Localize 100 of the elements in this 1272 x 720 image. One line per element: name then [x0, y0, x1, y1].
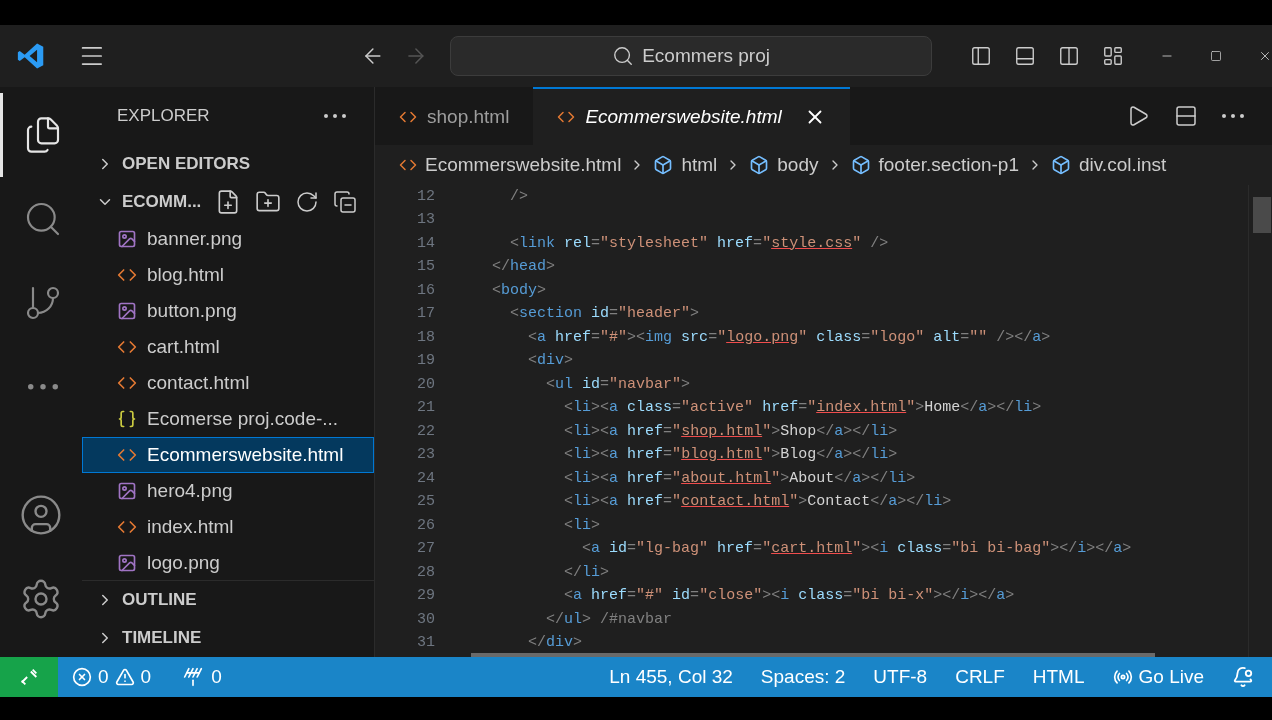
layout-icon[interactable] [1102, 45, 1124, 67]
collapse-icon[interactable] [333, 190, 358, 214]
code-line: <a id="lg-bag" href="cart.html"><i class="bi bi-bag"></i></a> [581, 539, 1132, 559]
line-number: 29 [416, 586, 435, 606]
code-line: </head> [491, 257, 556, 277]
search-field[interactable]: Ecommers proj [450, 36, 932, 76]
scrollbar[interactable] [1248, 185, 1272, 657]
line-number: 13 [416, 210, 435, 230]
restore-icon[interactable] [1210, 50, 1222, 62]
warning-icon [114, 667, 135, 687]
columns-icon[interactable] [1058, 45, 1080, 67]
code-line: /> [509, 186, 528, 207]
split-icon[interactable] [1174, 104, 1198, 128]
sidebar-title: EXPLORER [117, 105, 210, 128]
notification-icon[interactable] [1232, 666, 1254, 688]
line-number: 27 [416, 539, 435, 559]
panel-left-icon[interactable] [970, 45, 992, 67]
code-line: <li><a href="contact.html">Contact</a></li> [563, 492, 952, 512]
status-item[interactable]: Spaces: 2 [760, 662, 846, 692]
image-icon [117, 229, 137, 249]
line-number: 31 [416, 633, 435, 653]
broadcast-icon [1112, 667, 1133, 687]
image-icon [117, 301, 137, 321]
code-line: <li><a href="blog.html">Blog</a></li> [563, 445, 898, 465]
section-header[interactable]: TIMELINE [82, 619, 374, 657]
code-line: </div> [527, 633, 583, 653]
editor-tab[interactable]: Ecommerswebsite.html [533, 87, 850, 145]
code-line: <li><a href="about.html">About</a></li> [563, 468, 916, 489]
line-number: 23 [416, 445, 435, 465]
panel-bottom-icon[interactable] [1014, 45, 1036, 67]
code-line: <body> [491, 280, 547, 301]
line-number: 30 [416, 609, 435, 630]
line-number: 25 [416, 492, 435, 512]
line-number: 26 [416, 515, 435, 536]
line-number: 22 [416, 421, 435, 442]
breadcrumb[interactable]: div.col.inst [1051, 150, 1167, 180]
status-item[interactable]: Ln 455, Col 32 [609, 662, 733, 692]
cube-icon [749, 155, 770, 175]
code-line: <li><a href="shop.html">Shop</a></li> [563, 421, 898, 442]
line-number: 17 [416, 304, 435, 324]
status-item[interactable]: HTML [1032, 662, 1085, 692]
line-number: 12 [416, 186, 435, 207]
file-item[interactable]: blog.html [82, 257, 374, 293]
file-item[interactable]: contact.html [82, 365, 374, 401]
status-item[interactable]: UTF-8 [873, 662, 928, 692]
account-icon[interactable] [19, 493, 63, 537]
code-line: <li> [563, 515, 601, 536]
search-icon [612, 45, 635, 67]
section-header[interactable]: ECOMM... [82, 183, 374, 221]
line-number: 21 [416, 398, 435, 418]
line-number: 18 [416, 327, 435, 348]
line-number: 28 [416, 562, 435, 583]
code-line: </ul> /#navbar [545, 609, 673, 630]
refresh-icon[interactable] [295, 190, 320, 214]
code-line: <a href="#" id="close"><i class="bi bi-x"></i></a> [563, 586, 1015, 606]
error-icon [72, 667, 92, 687]
code-line: <li><a class="active" href="index.html">Home</a></li> [563, 398, 1042, 418]
file-item[interactable]: index.html [82, 509, 374, 545]
code-line: </li> [563, 562, 610, 583]
antenna-icon [183, 667, 204, 687]
file-item[interactable]: Ecommerswebsite.html [82, 437, 374, 473]
file-item[interactable]: button.png [82, 293, 374, 329]
line-number: 24 [416, 468, 435, 489]
section-header[interactable]: OPEN EDITORS [82, 145, 374, 183]
file-item[interactable]: Ecomerse proj.code-... [82, 401, 374, 437]
code-line: <ul id="navbar"> [545, 374, 691, 395]
problems-button[interactable]: 0 0 [72, 662, 152, 692]
code-line: <link rel="stylesheet" href="style.css" /> [509, 233, 889, 254]
logo-icon[interactable] [16, 41, 46, 71]
breadcrumb[interactable]: body [749, 150, 819, 180]
horizontal-scrollbar[interactable] [471, 653, 1155, 657]
more-icon[interactable] [324, 114, 346, 118]
braces-icon [117, 409, 137, 429]
breadcrumb[interactable]: Ecommerswebsite.html [399, 150, 622, 180]
section-header[interactable]: OUTLINE [82, 581, 374, 619]
line-number: 14 [416, 233, 435, 254]
cube-icon [1051, 155, 1071, 175]
code-line: <section id="header"> [509, 304, 700, 324]
code-line: <div> [527, 351, 574, 371]
line-number: 15 [416, 257, 435, 277]
ports-button[interactable]: 0 [183, 662, 222, 692]
image-icon [117, 481, 137, 501]
remote-icon [18, 666, 40, 688]
line-number: 20 [416, 374, 435, 395]
breadcrumb[interactable]: footer.section-p1 [850, 150, 1019, 180]
go-live-button[interactable]: Go Live [1112, 662, 1204, 692]
cube-icon [653, 155, 674, 175]
status-item[interactable]: CRLF [955, 662, 1005, 692]
more-icon[interactable] [1222, 114, 1244, 118]
code-line: <a href="#"><img src="logo.png" class="logo" alt="" /></a> [527, 327, 1051, 348]
close-icon[interactable] [1258, 49, 1272, 63]
breadcrumb[interactable]: html [653, 150, 718, 180]
image-icon [117, 553, 137, 573]
line-number: 16 [416, 280, 435, 301]
file-item[interactable]: cart.html [82, 329, 374, 365]
file-item[interactable]: logo.png [82, 545, 374, 580]
more-icon[interactable] [27, 384, 58, 390]
file-item[interactable]: hero4.png [82, 473, 374, 509]
cube-icon [850, 155, 871, 175]
file-item[interactable]: banner.png [82, 221, 374, 257]
